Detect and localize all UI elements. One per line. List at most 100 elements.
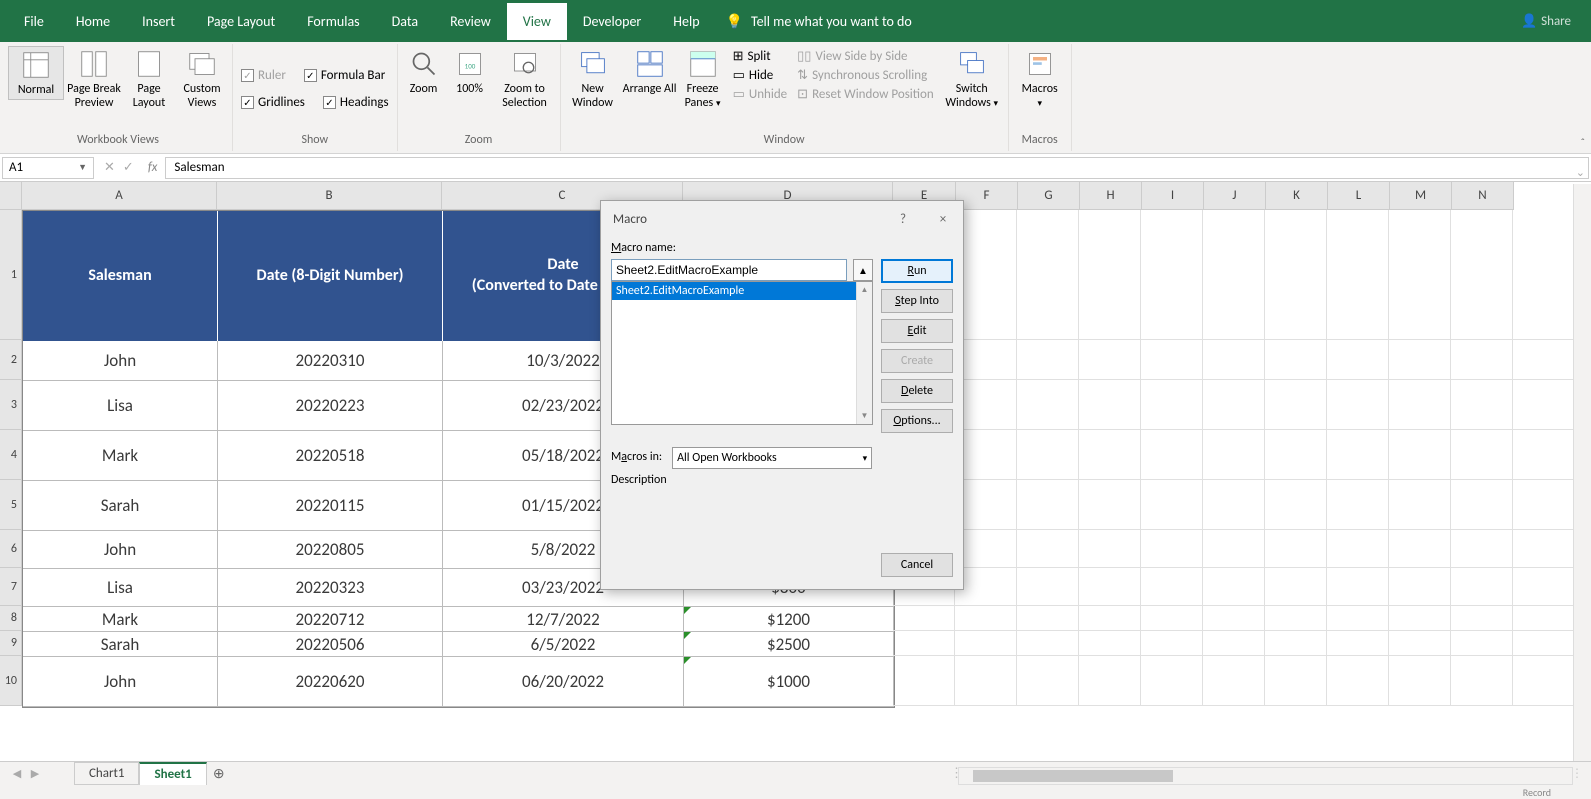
empty-cell[interactable] [1265, 210, 1327, 340]
tab-file[interactable]: File [8, 3, 60, 40]
empty-cell[interactable] [1327, 568, 1389, 606]
empty-cell[interactable] [1141, 210, 1203, 340]
empty-cell[interactable] [955, 530, 1017, 568]
macros-button[interactable]: Macros▾ [1013, 46, 1067, 113]
column-header-J[interactable]: J [1204, 182, 1266, 210]
empty-cell[interactable] [1265, 380, 1327, 430]
row-header-8[interactable]: 8 [0, 606, 22, 631]
dialog-help-button[interactable]: ? [883, 201, 923, 237]
table-cell[interactable]: John [23, 341, 218, 381]
empty-cell[interactable] [1327, 606, 1389, 631]
dialog-close-button[interactable]: × [923, 201, 963, 237]
freeze-panes-button[interactable]: Freeze Panes ▾ [679, 46, 727, 113]
empty-cell[interactable] [1079, 340, 1141, 380]
empty-cell[interactable] [955, 340, 1017, 380]
share-button[interactable]: 👤 Share [1521, 14, 1571, 29]
empty-cell[interactable] [1389, 340, 1451, 380]
empty-cell[interactable] [1451, 656, 1513, 706]
scroll-down-icon[interactable]: ▼ [857, 408, 872, 424]
row-header-3[interactable]: 3 [0, 380, 22, 430]
table-cell[interactable]: Lisa [23, 381, 218, 431]
expand-formula-bar-icon[interactable]: ⌄ [1576, 166, 1585, 179]
empty-cell[interactable] [1017, 430, 1079, 480]
empty-cell[interactable] [1203, 480, 1265, 530]
table-cell[interactable]: John [23, 531, 218, 569]
empty-cell[interactable] [893, 656, 955, 706]
empty-cell[interactable] [1389, 210, 1451, 340]
empty-cell[interactable] [1389, 568, 1451, 606]
formula-input[interactable]: Salesman [165, 157, 1589, 179]
empty-cell[interactable] [1141, 530, 1203, 568]
hide-button[interactable]: ▭Hide [731, 67, 790, 84]
column-header-L[interactable]: L [1328, 182, 1390, 210]
empty-cell[interactable] [1389, 430, 1451, 480]
column-header-K[interactable]: K [1266, 182, 1328, 210]
table-cell[interactable]: 20220620 [218, 657, 443, 707]
sheet-tab-sheet1[interactable]: Sheet1 [139, 762, 206, 786]
split-button[interactable]: ⊞Split [731, 48, 790, 65]
empty-cell[interactable] [1017, 631, 1079, 656]
page-layout-button[interactable]: Page Layout [124, 46, 174, 113]
table-cell[interactable]: John [23, 657, 218, 707]
column-header-B[interactable]: B [217, 182, 442, 210]
empty-cell[interactable] [1017, 340, 1079, 380]
empty-cell[interactable] [1141, 631, 1203, 656]
empty-cell[interactable] [955, 380, 1017, 430]
empty-cell[interactable] [1513, 340, 1575, 380]
column-header-G[interactable]: G [1018, 182, 1080, 210]
row-header-9[interactable]: 9 [0, 631, 22, 656]
empty-cell[interactable] [1141, 606, 1203, 631]
enter-icon[interactable]: ✓ [123, 160, 134, 175]
empty-cell[interactable] [1203, 606, 1265, 631]
empty-cell[interactable] [1513, 631, 1575, 656]
empty-cell[interactable] [1327, 340, 1389, 380]
empty-cell[interactable] [1389, 631, 1451, 656]
row-header-2[interactable]: 2 [0, 340, 22, 380]
macro-list[interactable]: Sheet2.EditMacroExample ▲ ▼ [611, 281, 873, 425]
empty-cell[interactable] [1265, 430, 1327, 480]
empty-cell[interactable] [1079, 530, 1141, 568]
table-cell[interactable]: $1200 [684, 607, 894, 632]
empty-cell[interactable] [955, 430, 1017, 480]
empty-cell[interactable] [1265, 656, 1327, 706]
empty-cell[interactable] [1017, 480, 1079, 530]
table-cell[interactable]: 20220518 [218, 431, 443, 481]
select-all-corner[interactable] [0, 182, 22, 210]
macro-list-scrollbar[interactable]: ▲ ▼ [856, 282, 872, 424]
gridlines-checkbox[interactable]: ✓Gridlines [239, 94, 307, 111]
cancel-button[interactable]: Cancel [881, 553, 953, 577]
empty-cell[interactable] [1451, 210, 1513, 340]
empty-cell[interactable] [1389, 656, 1451, 706]
empty-cell[interactable] [1203, 568, 1265, 606]
step-into-button[interactable]: Step Into [881, 289, 953, 313]
empty-cell[interactable] [1265, 530, 1327, 568]
empty-cell[interactable] [1513, 380, 1575, 430]
empty-cell[interactable] [1079, 656, 1141, 706]
zoom-button[interactable]: Zoom [402, 46, 446, 98]
empty-cell[interactable] [1079, 210, 1141, 340]
empty-cell[interactable] [1017, 656, 1079, 706]
tab-nav-next[interactable]: ▶ [26, 767, 44, 780]
empty-cell[interactable] [1203, 210, 1265, 340]
empty-cell[interactable] [1389, 606, 1451, 631]
empty-cell[interactable] [1265, 340, 1327, 380]
page-break-preview-button[interactable]: Page Break Preview [66, 46, 122, 113]
table-cell[interactable]: $2500 [684, 632, 894, 657]
empty-cell[interactable] [1203, 340, 1265, 380]
empty-cell[interactable] [1451, 430, 1513, 480]
macro-name-input[interactable] [611, 259, 847, 281]
formula-bar-checkbox[interactable]: ✓Formula Bar [302, 67, 387, 84]
empty-cell[interactable] [1513, 656, 1575, 706]
empty-cell[interactable] [1451, 530, 1513, 568]
empty-cell[interactable] [1451, 568, 1513, 606]
empty-cell[interactable] [1327, 656, 1389, 706]
empty-cell[interactable] [1017, 530, 1079, 568]
tab-formulas[interactable]: Formulas [291, 3, 375, 40]
empty-cell[interactable] [1513, 568, 1575, 606]
row-header-10[interactable]: 10 [0, 656, 22, 706]
empty-cell[interactable] [1513, 210, 1575, 340]
horizontal-scrollbar[interactable] [958, 767, 1573, 785]
tab-home[interactable]: Home [60, 3, 126, 40]
empty-cell[interactable] [1327, 631, 1389, 656]
empty-cell[interactable] [1389, 380, 1451, 430]
